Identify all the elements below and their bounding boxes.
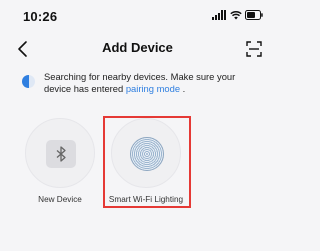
device-smart-wifi-lighting[interactable]: Smart Wi-Fi Lighting — [106, 118, 186, 218]
notice-text: Searching for nearby devices. Make sure … — [44, 71, 262, 95]
signal-icon — [212, 10, 227, 20]
scan-icon — [246, 41, 262, 57]
status-bar: 10:26 — [0, 0, 275, 34]
device-new-device[interactable]: New Device — [20, 118, 100, 218]
pairing-mode-link[interactable]: pairing mode — [126, 83, 180, 94]
device-label: New Device — [38, 195, 82, 204]
page-title: Add Device — [102, 40, 173, 55]
bluetooth-icon — [46, 140, 76, 168]
device-ring — [111, 118, 181, 188]
status-time: 10:26 — [23, 9, 58, 24]
wifi-light-icon — [130, 137, 164, 171]
wifi-icon — [230, 10, 242, 20]
status-icons — [212, 10, 263, 20]
device-label: Smart Wi-Fi Lighting — [108, 195, 184, 204]
battery-icon — [245, 10, 263, 20]
scan-button[interactable] — [246, 41, 262, 57]
searching-icon — [22, 75, 35, 88]
nav-bar: Add Device — [0, 34, 275, 64]
notice-text-after: . — [180, 83, 186, 94]
device-ring — [25, 118, 95, 188]
